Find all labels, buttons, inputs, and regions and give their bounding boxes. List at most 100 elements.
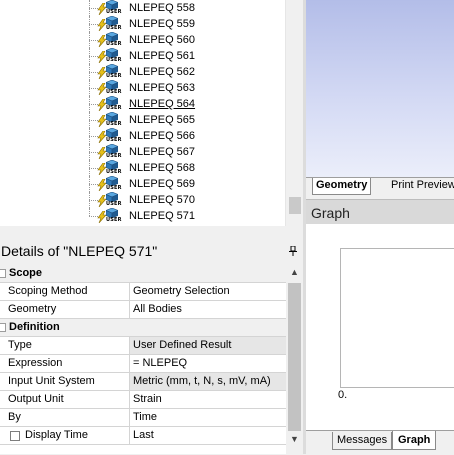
details-row-output-unit[interactable]: Output Unit Strain [0,391,286,409]
graph-tab-bar: Messages Graph [306,430,454,455]
tree-item[interactable]: USER NLEPEQ 559 [0,16,285,32]
details-scrollbar[interactable]: ▲ ▼ [286,265,303,454]
user-badge: USER [106,89,122,95]
user-badge: USER [106,57,122,63]
tree-item[interactable]: USER NLEPEQ 562 [0,64,285,80]
user-defined-result-icon: USER [97,208,127,224]
scroll-down-icon[interactable]: ▼ [290,434,299,444]
row-value[interactable]: All Bodies [129,301,286,318]
row-value[interactable]: Last [129,427,286,444]
graph-panel-title: Graph [311,205,350,221]
tree-item-label: NLEPEQ 563 [129,82,196,94]
tree-item[interactable]: USER NLEPEQ 563 [0,80,285,96]
group-label: Scope [9,267,43,279]
user-defined-result-icon: USER [97,0,127,16]
details-row-by[interactable]: By Time [0,409,286,427]
tree-item[interactable]: USER NLEPEQ 560 [0,32,285,48]
user-badge: USER [106,153,122,159]
tree-item-label: NLEPEQ 569 [129,178,196,190]
tree-item[interactable]: USER NLEPEQ 568 [0,160,285,176]
user-defined-result-icon: USER [97,144,127,160]
row-value: Metric (mm, t, N, s, mV, mA) [129,373,286,390]
tree-item[interactable]: USER NLEPEQ 561 [0,48,285,64]
user-badge: USER [106,25,122,31]
row-label: Expression [8,357,63,369]
group-expander[interactable] [0,323,6,332]
tree-item[interactable]: USER NLEPEQ 567 [0,144,285,160]
scroll-up-icon[interactable]: ▲ [290,267,299,277]
user-badge: USER [106,137,122,143]
viewport-tab-bar: Geometry Print Preview [306,177,454,197]
user-defined-result-icon: USER [97,176,127,192]
tree-item[interactable]: USER NLEPEQ 564 [0,96,285,112]
row-value[interactable]: Time [129,409,286,426]
row-label: By [8,411,21,423]
row-label: Scoping Method [8,285,88,297]
user-badge: USER [106,41,122,47]
user-defined-result-icon: USER [97,48,127,64]
details-row-expression[interactable]: Expression = NLEPEQ [0,355,286,373]
tree-scroll-thumb[interactable] [289,197,301,214]
tree-item-label: NLEPEQ 565 [129,114,196,126]
tree-item-label: NLEPEQ 559 [129,18,196,30]
group-label: Definition [9,321,60,333]
tree-item[interactable]: USER NLEPEQ 571 [0,208,285,224]
row-label: Display Time [25,429,88,441]
tree-item-label: NLEPEQ 561 [129,50,196,62]
details-row-type[interactable]: Type User Defined Result [0,337,286,355]
tree-item[interactable]: USER NLEPEQ 565 [0,112,285,128]
details-title: Details of "NLEPEQ 571" [1,243,158,259]
tree-item[interactable]: USER NLEPEQ 569 [0,176,285,192]
row-value: User Defined Result [129,337,286,354]
details-row-scoping-method[interactable]: Scoping Method Geometry Selection [0,283,286,301]
tree-item-label: NLEPEQ 571 [129,210,196,222]
user-badge: USER [106,169,122,175]
geometry-viewport[interactable] [306,0,454,177]
tree-item-label: NLEPEQ 570 [129,194,196,206]
tree-item[interactable]: USER NLEPEQ 566 [0,128,285,144]
user-badge: USER [106,121,122,127]
user-badge: USER [106,9,122,15]
tree-item-label: NLEPEQ 568 [129,162,196,174]
details-row-display-time[interactable]: Display Time Last [0,427,286,445]
row-label: Output Unit [8,393,64,405]
user-defined-result-icon: USER [97,64,127,80]
row-value[interactable]: Strain [129,391,286,408]
row-value[interactable]: Geometry Selection [129,283,286,300]
tree-item-label: NLEPEQ 567 [129,146,196,158]
tab-print-preview[interactable]: Print Preview [388,178,454,194]
display-time-checkbox[interactable] [10,431,20,441]
user-defined-result-icon: USER [97,96,127,112]
tree-item-label: NLEPEQ 564 [129,98,196,110]
pin-icon[interactable] [289,245,297,259]
tree-scrollbar[interactable] [285,0,304,226]
tree-item-label: NLEPEQ 558 [129,2,196,14]
graph-plot-area[interactable] [340,248,454,388]
details-header: Details of "NLEPEQ 571" [0,239,303,265]
details-row-input-unit-system[interactable]: Input Unit System Metric (mm, t, N, s, m… [0,373,286,391]
tree-item[interactable]: USER NLEPEQ 570 [0,192,285,208]
user-defined-result-icon: USER [97,128,127,144]
row-value[interactable]: = NLEPEQ [129,355,286,372]
user-badge: USER [106,201,122,207]
details-scroll-thumb[interactable] [288,283,301,431]
outline-tree: USER NLEPEQ 558 USER NLEPEQ 559 USER NLEPEQ 5… [0,0,303,226]
details-row-geometry[interactable]: Geometry All Bodies [0,301,286,319]
row-label: Type [8,339,32,351]
row-label: Input Unit System [8,375,95,387]
tab-messages[interactable]: Messages [332,432,393,450]
user-badge: USER [106,105,122,111]
user-defined-result-icon: USER [97,80,127,96]
tab-geometry[interactable]: Geometry [312,178,372,195]
user-defined-result-icon: USER [97,160,127,176]
group-scope[interactable]: Scope [0,265,286,283]
tree-item[interactable]: USER NLEPEQ 558 [0,0,285,16]
group-definition[interactable]: Definition [0,319,286,337]
user-defined-result-icon: USER [97,32,127,48]
details-grid: Scope Scoping Method Geometry Selection … [0,265,286,454]
tree-item-label: NLEPEQ 562 [129,66,196,78]
tree-item-label: NLEPEQ 566 [129,130,196,142]
group-expander[interactable] [0,269,6,278]
user-badge: USER [106,217,122,223]
tab-graph[interactable]: Graph [392,431,437,450]
